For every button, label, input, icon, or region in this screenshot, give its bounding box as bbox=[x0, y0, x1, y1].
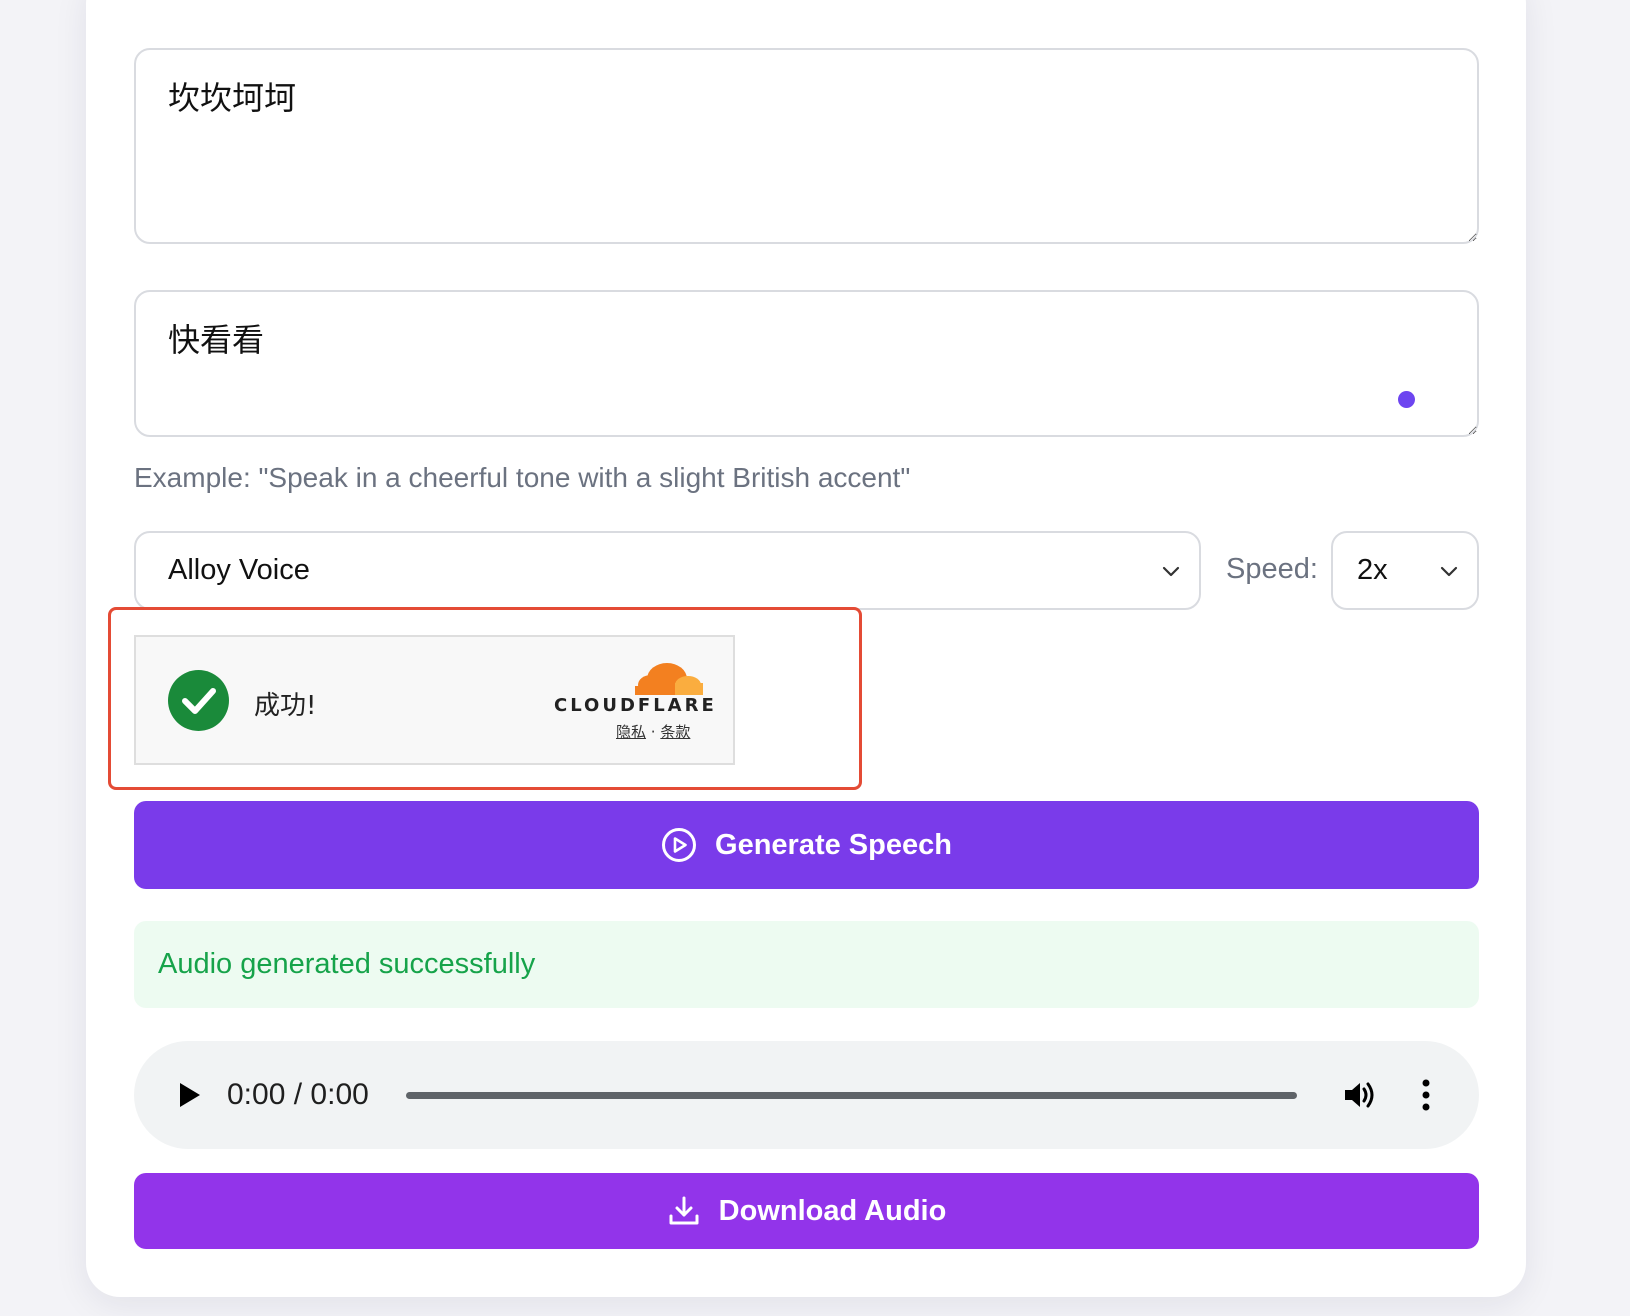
play-circle-icon bbox=[662, 828, 697, 862]
speed-label: Speed: bbox=[1226, 553, 1318, 585]
chevron-down-icon bbox=[1440, 566, 1458, 577]
privacy-link[interactable]: 隐私 bbox=[616, 723, 646, 741]
cloudflare-wordmark: CLOUDFLARE bbox=[554, 695, 717, 716]
more-options-icon[interactable] bbox=[1420, 1077, 1432, 1113]
voice-select-value: Alloy Voice bbox=[168, 554, 310, 586]
download-icon bbox=[669, 1196, 699, 1225]
text-input[interactable]: 坎坎坷坷 bbox=[134, 48, 1479, 244]
generate-speech-button[interactable]: Generate Speech bbox=[134, 801, 1479, 889]
grammarly-dot-icon[interactable] bbox=[1398, 391, 1415, 408]
download-audio-button[interactable]: Download Audio bbox=[134, 1173, 1479, 1249]
play-icon[interactable] bbox=[178, 1081, 202, 1109]
audio-player[interactable]: 0:00 / 0:00 bbox=[134, 1041, 1479, 1149]
volume-icon[interactable] bbox=[1341, 1077, 1377, 1113]
turnstile-links: 隐私 · 条款 bbox=[616, 721, 690, 742]
speed-select-value: 2x bbox=[1357, 554, 1388, 586]
voice-select[interactable]: Alloy Voice bbox=[134, 531, 1201, 610]
turnstile-status: 成功! bbox=[254, 691, 317, 721]
download-audio-label: Download Audio bbox=[718, 1194, 947, 1227]
success-check-icon bbox=[168, 670, 229, 731]
instructions-hint: Example: "Speak in a cheerful tone with … bbox=[134, 462, 911, 493]
cloudflare-turnstile[interactable]: 成功! CLOUDFLARE 隐私 · 条款 bbox=[134, 635, 735, 765]
audio-duration: 0:00 bbox=[310, 1078, 369, 1111]
chevron-down-icon bbox=[1162, 566, 1180, 577]
audio-progress-track[interactable] bbox=[406, 1092, 1297, 1099]
audio-current-time: 0:00 bbox=[227, 1078, 286, 1111]
speed-select[interactable]: 2x bbox=[1331, 531, 1479, 610]
link-separator: · bbox=[650, 723, 656, 741]
audio-time-separator: / bbox=[293, 1078, 303, 1111]
status-message: Audio generated successfully bbox=[134, 921, 1479, 1008]
instructions-input[interactable]: 快看看 bbox=[134, 290, 1479, 437]
status-message-text: Audio generated successfully bbox=[158, 948, 536, 980]
audio-time: 0:00 / 0:00 bbox=[227, 1078, 369, 1112]
terms-link[interactable]: 条款 bbox=[660, 723, 690, 741]
cloudflare-logo bbox=[635, 663, 703, 695]
generate-speech-label: Generate Speech bbox=[715, 828, 952, 861]
